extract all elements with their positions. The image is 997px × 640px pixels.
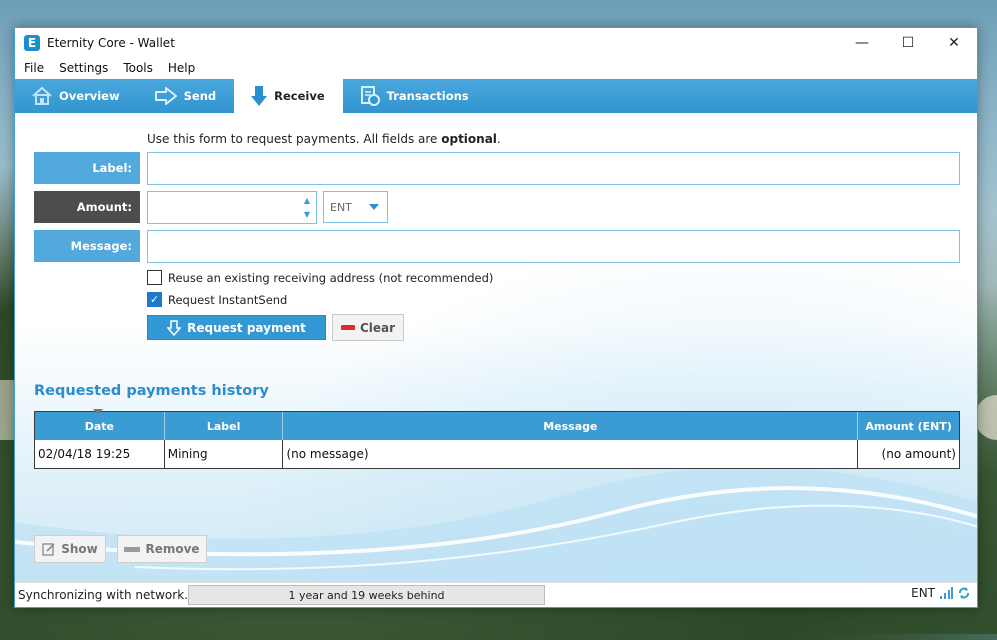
instantsend-checkbox[interactable]: ✓ <box>147 292 162 307</box>
form-hint-text: Use this form to request payments. All f… <box>147 132 442 146</box>
amount-field-label: Amount: <box>34 191 140 223</box>
spin-down-icon[interactable]: ▼ <box>304 210 310 220</box>
cell-label: Mining <box>165 440 284 468</box>
unit-select-value: ENT <box>330 200 352 214</box>
spin-up-icon[interactable]: ▲ <box>304 196 310 206</box>
arrow-down-icon <box>251 86 268 106</box>
request-payment-button[interactable]: Request payment <box>147 315 326 340</box>
amount-stepper[interactable]: ▲ ▼ <box>302 196 312 220</box>
payments-history-table: Date Label Message Amount (ENT) 02/04/18… <box>34 409 960 469</box>
chevron-down-icon <box>369 204 379 210</box>
sync-icon[interactable] <box>957 586 971 600</box>
form-hint-suffix: . <box>496 132 501 146</box>
edit-icon <box>42 543 55 556</box>
sync-status-text: Synchronizing with network... <box>18 588 196 602</box>
show-label: Show <box>61 542 98 556</box>
minimize-button[interactable]: — <box>839 28 885 57</box>
form-hint-bold: optional <box>441 132 497 146</box>
window-title: Eternity Core - Wallet <box>47 35 175 50</box>
reuse-address-label: Reuse an existing receiving address (not… <box>168 270 494 285</box>
tab-overview[interactable]: Overview <box>15 79 138 113</box>
history-title: Requested payments history <box>34 383 269 399</box>
home-icon <box>32 86 52 105</box>
remove-button[interactable]: Remove <box>117 535 207 563</box>
cell-message: (no message) <box>283 440 859 468</box>
table-row[interactable]: 02/04/18 19:25 Mining (no message) (no a… <box>35 440 959 468</box>
tab-bar: Overview Send Receive Transactions <box>15 79 977 113</box>
transactions-icon <box>360 86 380 106</box>
menu-settings[interactable]: Settings <box>59 61 108 75</box>
sort-indicator-icon <box>93 409 103 414</box>
clear-label: Clear <box>359 320 396 335</box>
unit-select[interactable]: ENT <box>323 191 388 223</box>
window-controls: — ☐ ✕ <box>839 28 977 57</box>
instantsend-checkbox-row[interactable]: ✓ Request InstantSend <box>147 292 287 307</box>
receive-page: Use this form to request payments. All f… <box>15 114 977 582</box>
network-signal-icon[interactable] <box>939 586 953 600</box>
table-header: Date Label Message Amount (ENT) <box>35 409 959 440</box>
tab-transactions[interactable]: Transactions <box>343 79 487 113</box>
wallet-window: E Eternity Core - Wallet — ☐ ✕ File Sett… <box>14 27 978 608</box>
message-field-label: Message: <box>34 230 140 262</box>
remove-label: Remove <box>145 542 200 556</box>
arrow-right-icon <box>154 87 177 105</box>
label-field-label: Label: <box>34 152 140 184</box>
cell-amount: (no amount) <box>881 447 956 461</box>
cell-date: 02/04/18 19:25 <box>35 440 165 468</box>
tab-overview-label: Overview <box>59 89 120 103</box>
status-unit[interactable]: ENT <box>911 586 935 600</box>
amount-input[interactable]: ▲ ▼ <box>147 191 317 224</box>
instantsend-label: Request InstantSend <box>168 292 288 307</box>
menu-tools[interactable]: Tools <box>123 61 153 75</box>
reuse-address-checkbox[interactable] <box>147 270 162 285</box>
tab-send[interactable]: Send <box>138 79 235 113</box>
status-bar: Synchronizing with network... 1 year and… <box>15 582 977 607</box>
remove-icon <box>124 546 141 552</box>
message-input[interactable] <box>147 230 960 263</box>
menu-bar: File Settings Tools Help <box>15 57 977 79</box>
app-logo-icon: E <box>24 34 40 51</box>
menu-help[interactable]: Help <box>168 61 195 75</box>
close-button[interactable]: ✕ <box>931 28 977 57</box>
title-bar: E Eternity Core - Wallet — ☐ ✕ <box>15 28 977 57</box>
column-header-date[interactable]: Date <box>35 412 165 440</box>
reuse-address-checkbox-row[interactable]: Reuse an existing receiving address (not… <box>147 270 493 285</box>
tab-transactions-label: Transactions <box>386 89 469 103</box>
tab-receive[interactable]: Receive <box>234 79 343 113</box>
sync-progress-bar: 1 year and 19 weeks behind <box>188 585 545 605</box>
tab-send-label: Send <box>183 89 217 103</box>
column-header-message[interactable]: Message <box>283 412 859 440</box>
arrow-down-outline-icon <box>167 319 182 336</box>
label-input[interactable] <box>147 152 960 185</box>
clear-button[interactable]: Clear <box>332 314 404 341</box>
tab-receive-label: Receive <box>274 89 325 103</box>
clear-icon <box>340 325 355 330</box>
column-header-amount[interactable]: Amount (ENT) <box>858 412 959 440</box>
status-indicators: ENT <box>907 586 971 600</box>
menu-file[interactable]: File <box>24 61 44 75</box>
column-header-label[interactable]: Label <box>165 412 284 440</box>
show-button[interactable]: Show <box>34 535 106 563</box>
form-hint: Use this form to request payments. All f… <box>147 132 501 146</box>
maximize-button[interactable]: ☐ <box>885 28 931 57</box>
request-payment-label: Request payment <box>187 320 306 335</box>
